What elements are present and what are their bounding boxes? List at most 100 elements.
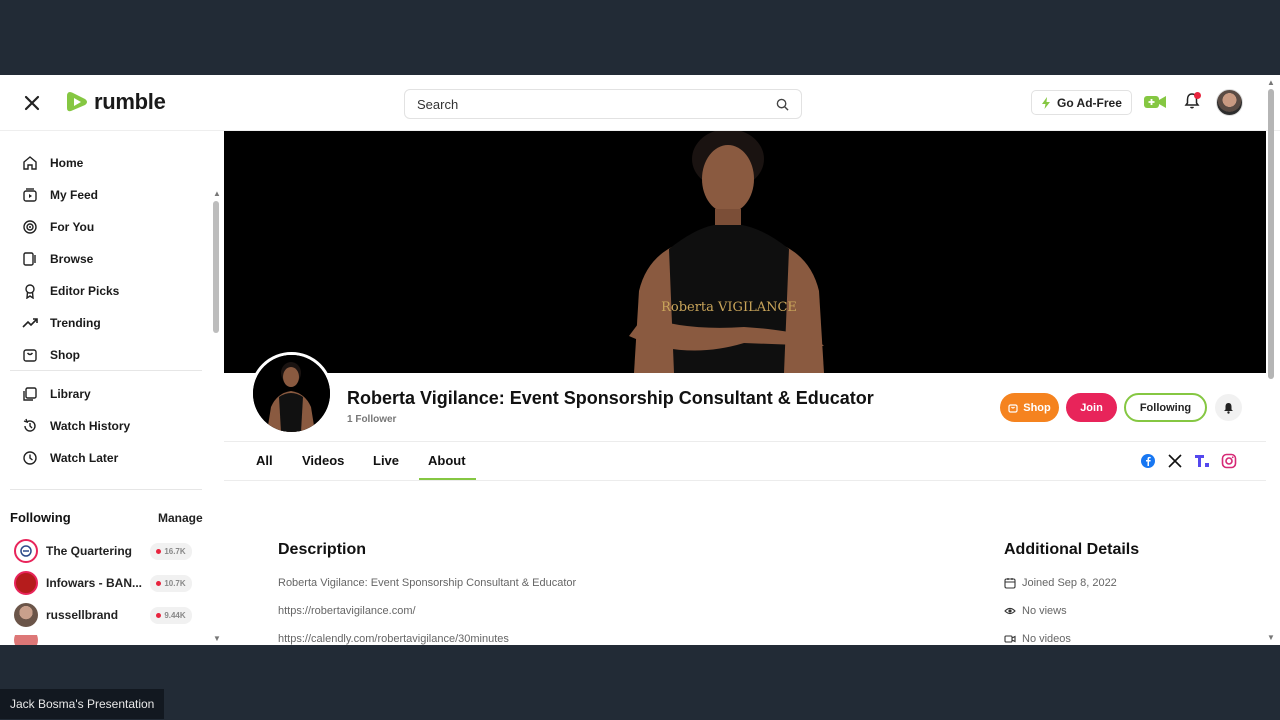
follower-count-badge: 10.7K <box>150 574 192 592</box>
view-count: No views <box>1004 605 1067 617</box>
channel-avatar <box>14 539 38 563</box>
manage-following-link[interactable]: Manage <box>158 511 203 525</box>
facebook-icon[interactable] <box>1140 453 1156 469</box>
ribbon-icon <box>25 284 35 299</box>
channel-name-title: Roberta Vigilance: Event Sponsorship Con… <box>347 388 874 408</box>
page-scroll-down-icon[interactable]: ▼ <box>1267 633 1275 642</box>
channel-avatar <box>14 635 38 645</box>
close-icon[interactable] <box>22 93 42 113</box>
joined-date: Joined Sep 8, 2022 <box>1004 577 1117 589</box>
calendly-link[interactable]: https://calendly.com/robertavigilance/30… <box>278 633 509 645</box>
quartering-logo-icon <box>20 545 32 557</box>
video-count-text: No videos <box>1022 633 1071 645</box>
search-input[interactable] <box>417 96 776 112</box>
sidebar-item-label: Shop <box>50 348 80 362</box>
rumble-logo[interactable]: rumble <box>64 89 166 115</box>
presenter-label: Jack Bosma's Presentation <box>0 689 165 719</box>
join-button-label: Join <box>1080 401 1103 414</box>
tab-about[interactable]: About <box>428 453 466 468</box>
sidebar-item-editor-picks[interactable]: Editor Picks <box>22 280 119 302</box>
tabs-divider <box>224 480 1266 481</box>
following-channel-infowars[interactable]: Infowars - BAN... 10.7K <box>14 571 210 595</box>
x-twitter-icon[interactable] <box>1167 453 1183 469</box>
following-channel-the-quartering[interactable]: The Quartering 16.7K <box>14 539 210 563</box>
lightning-icon <box>1042 96 1050 109</box>
sidebar-scrollbar[interactable] <box>213 201 219 333</box>
page-scrollbar[interactable] <box>1268 89 1274 379</box>
bell-icon <box>1224 402 1233 414</box>
shop-bag-icon <box>1008 403 1018 413</box>
history-icon <box>23 418 36 432</box>
home-icon <box>23 156 37 170</box>
live-dot <box>156 580 162 586</box>
banner-image: Roberta VIGILANCE <box>629 131 824 373</box>
page-scroll-up-icon[interactable]: ▲ <box>1267 78 1275 87</box>
search-box[interactable] <box>404 89 802 119</box>
tab-all[interactable]: All <box>256 453 273 468</box>
sidebar-item-label: Editor Picks <box>50 284 120 298</box>
library-icon <box>23 387 37 401</box>
following-button-label: Following <box>1139 401 1192 414</box>
sidebar-item-my-feed[interactable]: My Feed <box>22 184 98 206</box>
joined-date-text: Joined Sep 8, 2022 <box>1022 577 1117 589</box>
eye-icon <box>1004 607 1016 615</box>
follower-count: 16.7K <box>164 546 186 556</box>
shop-button[interactable]: Shop <box>1000 393 1059 422</box>
sidebar-item-home[interactable]: Home <box>22 152 83 174</box>
follower-count-badge: 16.7K <box>150 542 192 560</box>
go-ad-free-button[interactable]: Go Ad-Free <box>1031 90 1132 115</box>
tab-videos[interactable]: Videos <box>302 453 344 468</box>
sidebar-item-label: Browse <box>50 252 94 266</box>
sidebar-item-watch-history[interactable]: Watch History <box>22 415 130 437</box>
channel-avatar-large <box>250 352 333 435</box>
description-text: Roberta Vigilance: Event Sponsorship Con… <box>278 577 577 589</box>
browser-frame: rumble Go Ad-Free Home My Feed For You <box>0 75 1280 645</box>
sidebar-scroll-up-icon[interactable]: ▲ <box>213 189 221 198</box>
live-dot <box>156 612 162 618</box>
sidebar-item-browse[interactable]: Browse <box>22 248 93 270</box>
tab-live[interactable]: Live <box>373 453 399 468</box>
following-heading: Following <box>10 510 71 525</box>
sidebar: Home My Feed For You Browse Editor Picks… <box>0 131 224 645</box>
bag-icon <box>23 349 37 362</box>
sidebar-item-trending[interactable]: Trending <box>22 312 101 334</box>
sidebar-item-label: Watch History <box>50 419 131 433</box>
calendar-icon <box>1004 578 1016 589</box>
search-icon[interactable] <box>776 98 789 111</box>
instagram-icon[interactable] <box>1221 453 1237 469</box>
sidebar-item-label: For You <box>50 220 95 234</box>
view-count-text: No views <box>1022 605 1067 617</box>
following-button[interactable]: Following <box>1124 393 1207 422</box>
go-ad-free-label: Go Ad-Free <box>1057 95 1122 110</box>
channel-banner: Roberta VIGILANCE <box>224 131 1266 373</box>
header-divider <box>224 441 1266 442</box>
sidebar-divider <box>10 370 202 371</box>
sidebar-item-label: Watch Later <box>50 451 119 465</box>
website-link[interactable]: https://robertavigilance.com/ <box>278 605 416 617</box>
user-avatar[interactable] <box>1216 89 1243 116</box>
banner-brand-text: Roberta VIGILANCE <box>661 300 797 315</box>
upload-video-icon[interactable] <box>1144 94 1166 110</box>
truth-social-icon[interactable] <box>1194 453 1210 469</box>
sidebar-item-shop[interactable]: Shop <box>22 344 80 366</box>
video-icon <box>1004 635 1016 643</box>
channel-notification-button[interactable] <box>1215 394 1242 421</box>
sidebar-item-watch-later[interactable]: Watch Later <box>22 447 118 469</box>
following-channel-partial[interactable] <box>14 635 210 645</box>
description-heading: Description <box>278 541 367 558</box>
sidebar-item-library[interactable]: Library <box>22 383 91 405</box>
sidebar-item-for-you[interactable]: For You <box>22 216 94 238</box>
shop-button-label: Shop <box>1023 401 1051 414</box>
rumble-logo-icon <box>67 92 87 112</box>
channel-name: Infowars - BAN... <box>46 576 142 590</box>
browse-icon <box>23 252 36 266</box>
feed-icon <box>23 188 37 202</box>
sidebar-scroll-down-icon[interactable]: ▼ <box>213 634 221 643</box>
channel-name: The Quartering <box>46 544 133 558</box>
sidebar-item-label: Trending <box>50 316 101 330</box>
sidebar-item-label: Home <box>50 156 84 170</box>
following-channel-russellbrand[interactable]: russellbrand 9.44K <box>14 603 210 627</box>
sidebar-item-label: My Feed <box>50 188 99 202</box>
follower-count-badge: 9.44K <box>150 606 192 624</box>
join-button[interactable]: Join <box>1066 393 1117 422</box>
